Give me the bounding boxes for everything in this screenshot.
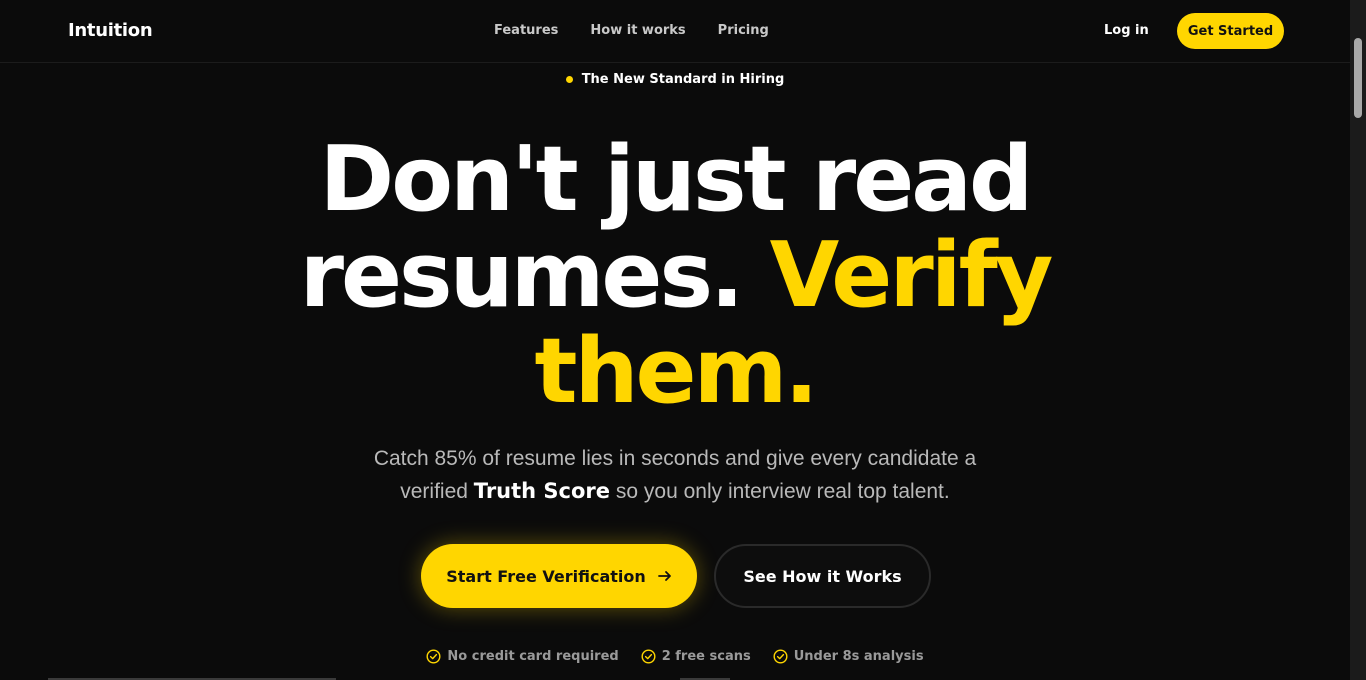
hero-badge: The New Standard in Hiring (0, 72, 1350, 87)
login-link[interactable]: Log in (1104, 23, 1149, 38)
subtitle-part-2-pre: verified (400, 480, 468, 503)
cta-row: Start Free Verification See How it Works (421, 544, 931, 608)
headline-line-2-white: resumes. (299, 223, 745, 328)
hero-headline: Don't just read resumes. Verify them. (0, 132, 1350, 420)
site-header: Intuition Features How it works Pricing … (0, 0, 1350, 63)
truth-score-text: Truth Score (473, 479, 611, 503)
dot-icon (565, 76, 573, 83)
headline-line-3-accent: them. (534, 319, 818, 424)
feature-item: No credit card required (426, 649, 619, 664)
feature-text: No credit card required (447, 649, 619, 664)
feature-list: No credit card required 2 free scans Und… (0, 649, 1350, 664)
start-free-verification-label: Start Free Verification (446, 566, 646, 586)
feature-text: Under 8s analysis (793, 649, 924, 664)
nav-link-pricing[interactable]: Pricing (718, 23, 769, 38)
subtitle-part-1: Catch 85% of resume lies in seconds and … (373, 447, 977, 470)
feature-item: 2 free scans (641, 649, 751, 664)
hero-subtitle: Catch 85% of resume lies in seconds and … (0, 443, 1350, 508)
see-how-it-works-button[interactable]: See How it Works (714, 544, 931, 608)
badge-text: The New Standard in Hiring (581, 72, 785, 87)
nav-link-features[interactable]: Features (494, 23, 558, 38)
nav-link-how-it-works[interactable]: How it works (590, 23, 685, 38)
check-circle-icon (426, 649, 441, 664)
main-nav: Features How it works Pricing (494, 23, 769, 38)
feature-text: 2 free scans (661, 649, 751, 664)
headline-line-2-accent: Verify (769, 223, 1054, 328)
start-free-verification-button[interactable]: Start Free Verification (421, 544, 697, 608)
check-circle-icon (641, 649, 656, 664)
subtitle-part-2-post: so you only interview real top talent. (615, 480, 950, 503)
arrow-right-icon (657, 569, 672, 583)
feature-item: Under 8s analysis (773, 649, 924, 664)
page-scrollbar[interactable] (1350, 0, 1366, 680)
get-started-button[interactable]: Get Started (1177, 13, 1284, 49)
check-circle-icon (773, 649, 788, 664)
logo[interactable]: Intuition (68, 20, 153, 41)
scrollbar-thumb[interactable] (1354, 38, 1362, 118)
headline-line-1: Don't just read (319, 127, 1034, 232)
